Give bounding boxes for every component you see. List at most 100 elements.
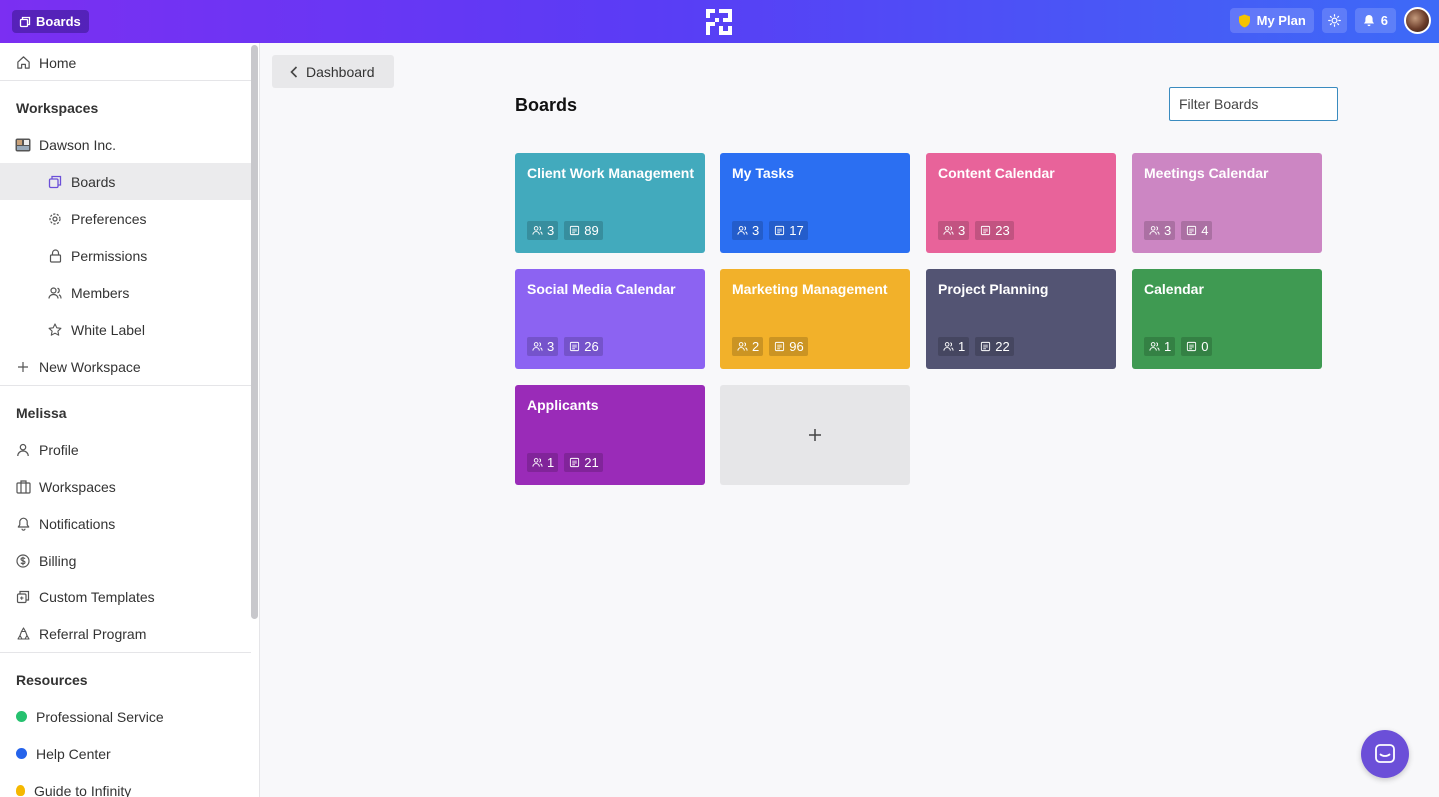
plus-icon xyxy=(15,359,31,375)
board-card[interactable]: Applicants 1 21 xyxy=(515,385,705,485)
sidebar-item-permissions[interactable]: Permissions xyxy=(0,237,251,274)
items-icon xyxy=(981,225,991,236)
board-card[interactable]: My Tasks 3 17 xyxy=(720,153,910,253)
sidebar-item-help-center[interactable]: Help Center xyxy=(0,735,251,772)
sidebar-item-label: Notifications xyxy=(39,515,116,532)
divider xyxy=(0,385,251,386)
sidebar-scrollbar[interactable] xyxy=(251,45,258,619)
members-icon xyxy=(1149,342,1160,351)
star-icon xyxy=(47,322,63,338)
board-title: Marketing Management xyxy=(732,281,888,297)
members-count: 1 xyxy=(547,455,555,470)
members-icon xyxy=(1149,226,1160,235)
user-avatar[interactable] xyxy=(1404,7,1431,34)
board-card[interactable]: Meetings Calendar 3 4 xyxy=(1132,153,1322,253)
plus-icon xyxy=(809,429,821,441)
members-icon xyxy=(943,342,954,351)
items-icon xyxy=(570,457,580,468)
sidebar-item-label: Custom Templates xyxy=(39,588,155,605)
board-items-count: 96 xyxy=(769,337,808,356)
members-icon xyxy=(47,285,63,301)
sidebar: Home Workspaces Dawson Inc. Boards Prefe… xyxy=(0,43,260,797)
members-count: 3 xyxy=(752,223,760,238)
items-icon xyxy=(570,225,580,236)
workspace-name: Dawson Inc. xyxy=(39,136,117,153)
board-members-count: 2 xyxy=(732,337,764,356)
sidebar-item-label: Home xyxy=(39,54,77,71)
board-stats: 1 21 xyxy=(527,453,603,472)
board-card[interactable]: Client Work Management 3 89 xyxy=(515,153,705,253)
items-count: 22 xyxy=(995,339,1010,354)
sidebar-item-notifications[interactable]: Notifications xyxy=(0,505,251,542)
sidebar-item-label: Permissions xyxy=(71,247,148,264)
members-icon xyxy=(532,458,543,467)
members-icon xyxy=(737,342,748,351)
members-count: 2 xyxy=(752,339,760,354)
chat-support-button[interactable] xyxy=(1361,730,1409,778)
app-logo-icon[interactable] xyxy=(705,8,733,36)
home-icon xyxy=(15,55,31,71)
board-members-count: 3 xyxy=(938,221,970,240)
workspace-logo-icon xyxy=(15,137,31,153)
board-card[interactable]: Social Media Calendar 3 26 xyxy=(515,269,705,369)
bulb-icon xyxy=(15,783,25,797)
page-title: Boards xyxy=(515,95,578,115)
back-label: Dashboard xyxy=(306,63,375,80)
sidebar-item-referral-program[interactable]: Referral Program xyxy=(0,615,251,652)
sidebar-item-workspaces[interactable]: Workspaces xyxy=(0,468,251,505)
board-card[interactable]: Project Planning 1 22 xyxy=(926,269,1116,369)
sidebar-item-boards[interactable]: Boards xyxy=(0,163,251,200)
sidebar-item-guide-to-infinity[interactable]: Guide to Infinity xyxy=(0,772,251,797)
members-count: 1 xyxy=(1164,339,1172,354)
board-members-count: 1 xyxy=(1144,337,1176,356)
members-count: 3 xyxy=(1164,223,1172,238)
new-workspace-label: New Workspace xyxy=(39,358,141,375)
sidebar-item-members[interactable]: Members xyxy=(0,274,251,311)
board-title: Applicants xyxy=(527,397,599,413)
bell-icon xyxy=(15,516,31,532)
sidebar-item-home[interactable]: Home xyxy=(0,44,251,81)
board-card[interactable]: Calendar 1 0 xyxy=(1132,269,1322,369)
board-title: Content Calendar xyxy=(938,165,1055,181)
board-members-count: 1 xyxy=(938,337,970,356)
items-icon xyxy=(775,225,785,236)
theme-toggle-button[interactable] xyxy=(1321,8,1347,33)
board-items-count: 89 xyxy=(564,221,603,240)
dollar-icon xyxy=(15,553,31,569)
board-stats: 1 22 xyxy=(938,337,1014,356)
add-board-button[interactable] xyxy=(720,385,910,485)
filter-boards-input[interactable] xyxy=(1169,87,1338,121)
boards-icon xyxy=(47,174,63,190)
board-items-count: 22 xyxy=(975,337,1014,356)
board-title: Client Work Management xyxy=(527,165,694,181)
items-count: 4 xyxy=(1201,223,1209,238)
new-workspace-button[interactable]: New Workspace xyxy=(0,348,251,385)
my-plan-label: My Plan xyxy=(1256,13,1306,28)
items-count: 0 xyxy=(1201,339,1209,354)
items-count: 89 xyxy=(584,223,599,238)
board-stats: 3 26 xyxy=(527,337,603,356)
sidebar-item-custom-templates[interactable]: Custom Templates xyxy=(0,578,251,615)
back-to-dashboard-button[interactable]: Dashboard xyxy=(272,55,394,88)
board-card[interactable]: Marketing Management 2 96 xyxy=(720,269,910,369)
sidebar-item-billing[interactable]: Billing xyxy=(0,542,251,579)
items-icon xyxy=(1187,341,1197,352)
workspace-dawson[interactable]: Dawson Inc. xyxy=(0,126,251,163)
workspaces-heading: Workspaces xyxy=(16,100,99,116)
board-stats: 3 23 xyxy=(938,221,1014,240)
sidebar-item-professional-service[interactable]: Professional Service xyxy=(0,698,251,735)
sidebar-item-preferences[interactable]: Preferences xyxy=(0,200,251,237)
board-title: Project Planning xyxy=(938,281,1049,297)
sidebar-item-label: Members xyxy=(71,284,130,301)
my-plan-button[interactable]: My Plan xyxy=(1229,8,1314,33)
board-card[interactable]: Content Calendar 3 23 xyxy=(926,153,1116,253)
notifications-button[interactable]: 6 xyxy=(1354,8,1396,33)
divider xyxy=(0,80,251,81)
members-count: 3 xyxy=(958,223,966,238)
sidebar-item-profile[interactable]: Profile xyxy=(0,431,251,468)
sidebar-item-label: White Label xyxy=(71,321,145,338)
sidebar-item-white-label[interactable]: White Label xyxy=(0,311,251,348)
board-items-count: 21 xyxy=(564,453,603,472)
sidebar-item-label: Help Center xyxy=(36,745,111,762)
boards-tab-button[interactable]: Boards xyxy=(12,10,89,33)
